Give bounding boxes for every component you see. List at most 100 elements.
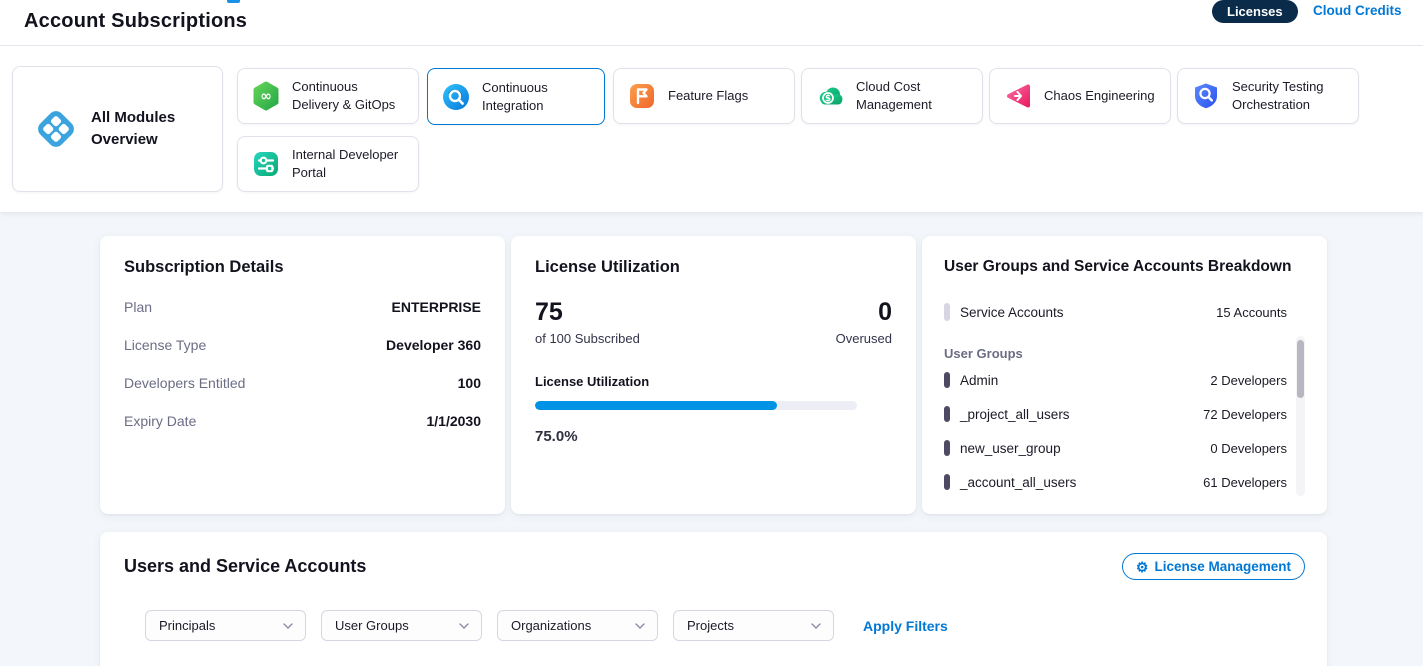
user-group-value: 2 Developers [1210,373,1287,388]
module-label: Continuous Delivery & GitOps [292,78,408,113]
principals-filter-label: Principals [159,618,215,633]
service-accounts-label: Service Accounts [960,305,1064,320]
page-header: Account Subscriptions Licenses Cloud Cre… [0,0,1423,46]
filters-row: Principals User Groups Organizations Pro… [145,610,948,641]
module-card-security-testing[interactable]: Security Testing Orchestration [1177,68,1359,124]
apply-filters-link[interactable]: Apply Filters [863,618,948,634]
module-label: Cloud Cost Management [856,78,972,113]
license-type-label: License Type [124,337,206,353]
svg-text:∞: ∞ [260,89,272,105]
user-group-value: 72 Developers [1203,407,1287,422]
security-testing-icon [1191,81,1221,111]
user-group-row: Admin 2 Developers [944,370,1287,390]
module-selector-band: All Modules Overview ∞ Continuous Delive… [0,46,1423,212]
developers-entitled-value: 100 [458,375,481,391]
used-count: 75 [535,299,640,327]
organizations-filter-dropdown[interactable]: Organizations [497,610,658,641]
module-label: Continuous Integration [482,79,594,114]
used-block: 75 of 100 Subscribed [535,299,640,346]
user-group-marker [944,440,950,456]
user-group-marker [944,406,950,422]
module-card-cloud-cost[interactable]: $ Cloud Cost Management [801,68,983,124]
utilization-numbers: 75 of 100 Subscribed 0 Overused [535,299,892,346]
utilization-bar-track [535,401,857,410]
detail-row-expiry-date: Expiry Date 1/1/2030 [124,413,481,429]
user-group-row: new_user_group 0 Developers [944,438,1287,458]
module-card-internal-developer-portal[interactable]: Internal Developer Portal [237,136,419,192]
breakdown-title: User Groups and Service Accounts Breakdo… [944,258,1305,276]
user-group-value: 0 Developers [1210,441,1287,456]
subscription-details-card: Subscription Details Plan ENTERPRISE Lic… [100,236,505,514]
detail-row-plan: Plan ENTERPRISE [124,299,481,315]
user-group-value: 61 Developers [1203,475,1287,490]
license-utilization-card: License Utilization 75 of 100 Subscribed… [511,236,916,514]
users-service-accounts-card: Users and Service Accounts ⚙ License Man… [100,532,1327,666]
internal-developer-portal-icon [251,149,281,179]
detail-row-developers-entitled: Developers Entitled 100 [124,375,481,391]
svg-text:$: $ [825,94,831,104]
service-accounts-row: Service Accounts 15 Accounts [944,302,1287,322]
developers-entitled-label: Developers Entitled [124,375,245,391]
page-title: Account Subscriptions [24,10,247,33]
cloud-credits-tab[interactable]: Cloud Credits [1313,3,1402,18]
license-utilization-title: License Utilization [535,258,892,277]
user-group-marker [944,474,950,490]
continuous-integration-icon [441,82,471,112]
gear-icon: ⚙ [1136,560,1149,574]
licenses-tab[interactable]: Licenses [1212,0,1298,23]
user-group-name: Admin [960,373,998,388]
all-modules-overview-card[interactable]: All Modules Overview [12,66,223,192]
projects-filter-label: Projects [687,618,734,633]
utilization-bar-label: License Utilization [535,374,892,389]
cloud-cost-icon: $ [815,81,845,111]
active-tab-indicator [227,0,240,3]
chevron-down-icon [635,623,645,629]
chevron-down-icon [283,623,293,629]
breakdown-card: User Groups and Service Accounts Breakdo… [922,236,1327,514]
user-group-marker [944,372,950,388]
user-groups-heading: User Groups [944,346,1023,361]
license-management-label: License Management [1154,559,1291,574]
module-card-continuous-integration[interactable]: Continuous Integration [427,68,605,125]
user-group-name: _project_all_users [960,407,1070,422]
subscription-details-title: Subscription Details [124,258,481,277]
all-modules-overview-label: All Modules Overview [91,107,210,151]
user-group-row: _project_all_users 72 Developers [944,404,1287,424]
projects-filter-dropdown[interactable]: Projects [673,610,834,641]
chevron-down-icon [811,623,821,629]
plan-value: ENTERPRISE [392,299,481,315]
chaos-engineering-icon [1003,81,1033,111]
groups-scrollbar-thumb[interactable] [1297,340,1304,398]
utilization-percent: 75.0% [535,428,892,445]
overused-count: 0 [836,299,892,327]
module-card-chaos-engineering[interactable]: Chaos Engineering [989,68,1171,124]
expiry-date-value: 1/1/2030 [427,413,482,429]
license-management-button[interactable]: ⚙ License Management [1122,553,1305,580]
feature-flags-icon [627,81,657,111]
user-group-name: _account_all_users [960,475,1076,490]
service-accounts-value: 15 Accounts [1216,305,1287,320]
user-group-row: _account_all_users 61 Developers [944,472,1287,492]
module-label: Feature Flags [668,87,748,105]
all-modules-logo-icon [33,106,79,152]
principals-filter-dropdown[interactable]: Principals [145,610,306,641]
module-label: Chaos Engineering [1044,87,1155,105]
plan-label: Plan [124,299,152,315]
module-card-continuous-delivery[interactable]: ∞ Continuous Delivery & GitOps [237,68,419,124]
expiry-date-label: Expiry Date [124,413,196,429]
used-caption: of 100 Subscribed [535,331,640,346]
overused-block: 0 Overused [836,299,892,346]
license-type-value: Developer 360 [386,337,481,353]
organizations-filter-label: Organizations [511,618,591,633]
user-groups-filter-dropdown[interactable]: User Groups [321,610,482,641]
user-group-name: new_user_group [960,441,1061,456]
service-accounts-marker [944,303,950,321]
user-groups-filter-label: User Groups [335,618,409,633]
groups-scrollbar-track[interactable] [1296,336,1305,496]
module-card-feature-flags[interactable]: Feature Flags [613,68,795,124]
detail-row-license-type: License Type Developer 360 [124,337,481,353]
continuous-delivery-icon: ∞ [251,81,281,111]
overused-caption: Overused [836,331,892,346]
utilization-bar-fill [535,401,777,410]
chevron-down-icon [459,623,469,629]
